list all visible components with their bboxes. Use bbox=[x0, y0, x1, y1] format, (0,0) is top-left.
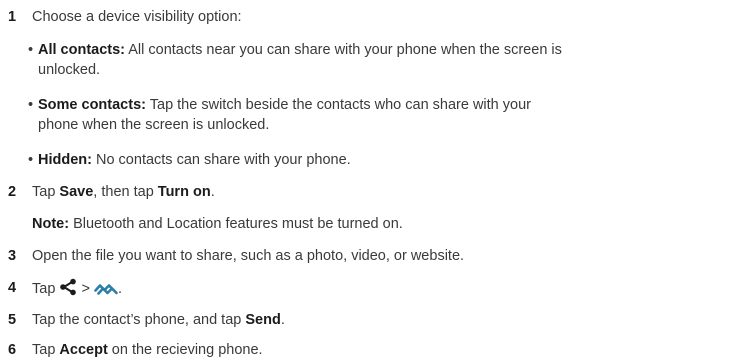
option-title: Some contacts: bbox=[38, 97, 146, 113]
option-description: All contacts near you can share with you… bbox=[125, 42, 562, 58]
step-text: Tap the contact’s phone, and tap Send. bbox=[32, 312, 285, 328]
option-description-cont: unlocked. bbox=[38, 62, 101, 78]
option-description: No contacts can share with your phone. bbox=[91, 152, 351, 168]
step-number: 3 bbox=[8, 248, 17, 264]
option-description-cont: phone when the screen is unlocked. bbox=[38, 117, 270, 133]
option-title: Hidden: bbox=[38, 152, 92, 168]
note-text: Bluetooth and Location features must be … bbox=[69, 216, 403, 232]
option-title: All contacts: bbox=[38, 42, 126, 58]
bullet: • bbox=[28, 152, 34, 168]
option-description: Tap the switch beside the contacts who c… bbox=[145, 97, 531, 113]
bullet: • bbox=[28, 42, 34, 58]
step-number: 2 bbox=[8, 184, 17, 200]
step-text: Open the file you want to share, such as… bbox=[32, 248, 465, 264]
step-number: 4 bbox=[8, 280, 17, 296]
share-icon bbox=[59, 278, 77, 302]
note: Note: Bluetooth and Location features mu… bbox=[32, 214, 403, 234]
step-text: Tap Save, then tap Turn on. bbox=[32, 184, 215, 200]
bullet: • bbox=[28, 97, 34, 113]
note-label: Note: bbox=[32, 216, 70, 232]
instruction-document: 1 Choose a device visibility option: • A… bbox=[0, 0, 732, 360]
step-text: Tap Accept on the recieving phone. bbox=[32, 342, 263, 358]
step-number: 5 bbox=[8, 312, 17, 328]
step-text: Choose a device visibility option: bbox=[32, 9, 242, 25]
step-number: 1 bbox=[8, 9, 17, 25]
step-number: 6 bbox=[8, 342, 17, 358]
step-text: Tap > . bbox=[32, 278, 728, 302]
nearby-share-icon bbox=[94, 282, 118, 302]
